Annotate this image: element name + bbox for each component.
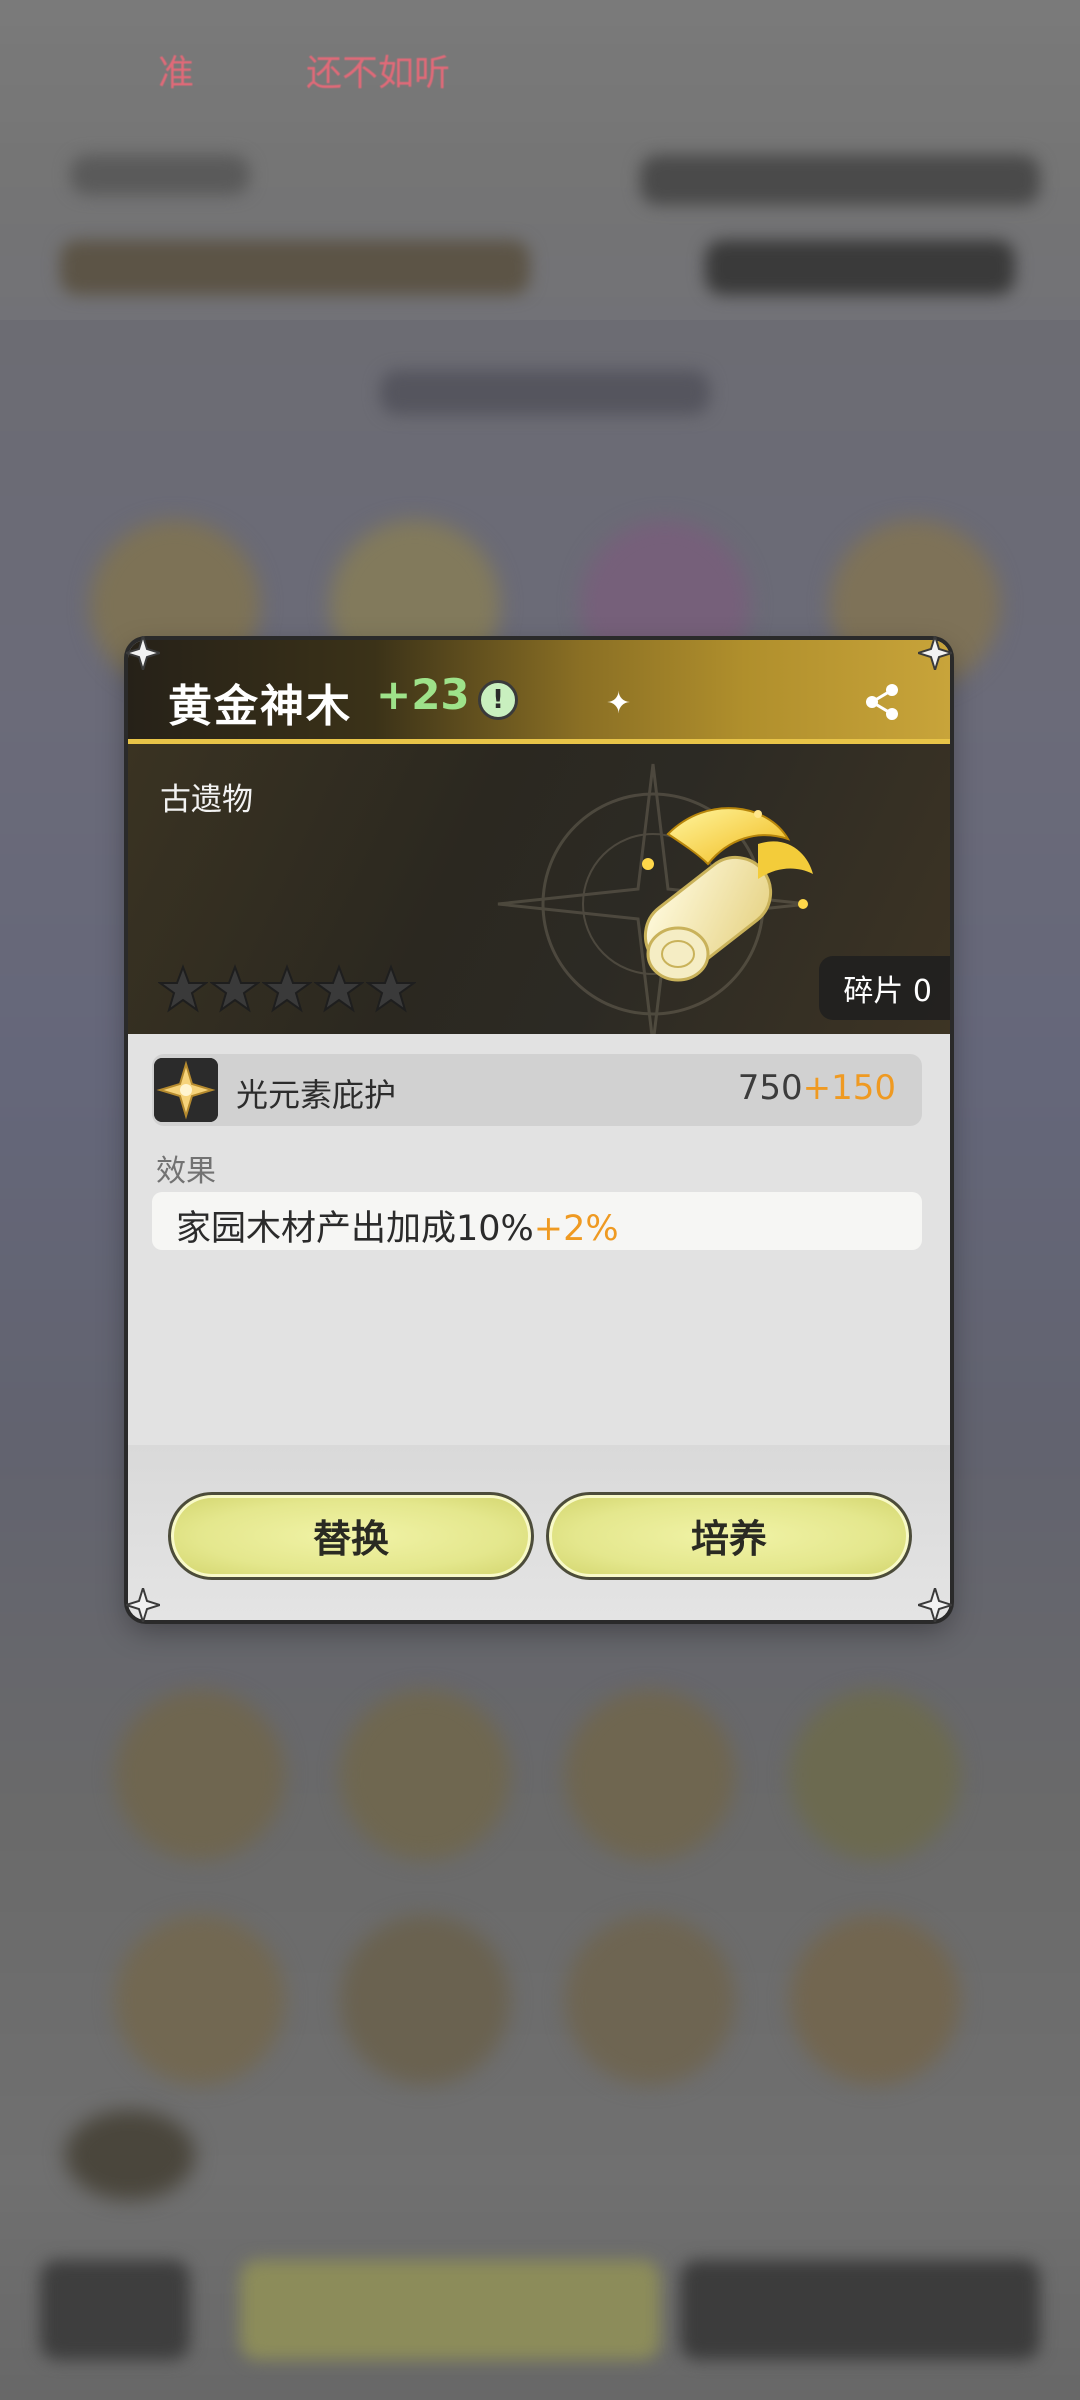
cultivate-button[interactable]: 培养 bbox=[546, 1492, 912, 1580]
bg-item-slot bbox=[115, 1915, 285, 2085]
bg-header-bar bbox=[60, 240, 530, 295]
stat-label: 光元素庇护 bbox=[236, 1076, 397, 1114]
star-icon bbox=[366, 964, 416, 1013]
bg-header-bar bbox=[640, 155, 1040, 205]
effect-box: 家园木材产出加成10%+2% bbox=[152, 1192, 922, 1250]
info-icon[interactable]: ! bbox=[478, 680, 518, 720]
light-element-icon bbox=[154, 1058, 218, 1122]
stat-row: 光元素庇护 750+150 bbox=[152, 1054, 922, 1126]
bg-footer-button bbox=[240, 2260, 660, 2360]
shard-count-badge: 碎片 0 bbox=[819, 956, 950, 1020]
effect-heading: 效果 bbox=[156, 1154, 216, 1189]
stat-base-value: 750 bbox=[737, 1068, 803, 1108]
bg-item-slot bbox=[65, 2110, 195, 2200]
bg-header-bar bbox=[70, 155, 250, 195]
corner-ornament-icon bbox=[122, 1584, 164, 1626]
marquee-text-left: 准 bbox=[158, 53, 195, 94]
star-icon bbox=[158, 964, 208, 1013]
bg-item-slot bbox=[115, 1690, 285, 1860]
marquee-text-right: 还不如听 bbox=[306, 53, 451, 94]
bg-item-slot bbox=[790, 1690, 960, 1860]
bg-item-slot bbox=[790, 1915, 960, 2085]
item-category: 古遗物 bbox=[160, 782, 253, 818]
share-icon[interactable] bbox=[860, 680, 904, 724]
star-rating bbox=[158, 964, 416, 1014]
bg-item-slot bbox=[340, 1690, 510, 1860]
item-name: 黄金神木 bbox=[168, 681, 352, 732]
effect-bonus: +2% bbox=[533, 1209, 619, 1249]
bg-item-slot bbox=[340, 1915, 510, 2085]
star-icon bbox=[262, 964, 312, 1013]
stat-bonus-value: +150 bbox=[802, 1068, 896, 1108]
bg-title-bar bbox=[380, 370, 710, 415]
corner-ornament-icon bbox=[122, 632, 164, 674]
effect-text: 家园木材产出加成10%+2% bbox=[176, 1200, 619, 1251]
relic-detail-dialog: 黄金神木 +23 ! ✦ 古遗物 碎片 0 光元素庇护 750+150 效果 家… bbox=[128, 640, 950, 1620]
star-icon bbox=[314, 964, 364, 1013]
star-icon bbox=[210, 964, 260, 1013]
item-level: +23 bbox=[376, 670, 470, 719]
bg-header-bar bbox=[705, 240, 1015, 295]
relic-hero-panel: 古遗物 碎片 0 bbox=[128, 744, 950, 1034]
corner-ornament-icon bbox=[914, 632, 956, 674]
bg-footer-button bbox=[40, 2260, 190, 2360]
bg-item-slot bbox=[565, 1915, 735, 2085]
sparkle-icon: ✦ bbox=[606, 686, 632, 721]
corner-ornament-icon bbox=[914, 1584, 956, 1626]
golden-wood-relic-icon bbox=[642, 807, 813, 982]
shard-count: 碎片 0 bbox=[843, 974, 932, 1009]
bg-item-slot bbox=[565, 1690, 735, 1860]
replace-button[interactable]: 替换 bbox=[168, 1492, 534, 1580]
stat-value: 750+150 bbox=[738, 1068, 896, 1108]
dialog-header: 黄金神木 +23 ! ✦ bbox=[128, 640, 950, 744]
bg-footer-button bbox=[680, 2260, 1040, 2360]
effect-description: 家园木材产出加成10% bbox=[176, 1209, 534, 1249]
